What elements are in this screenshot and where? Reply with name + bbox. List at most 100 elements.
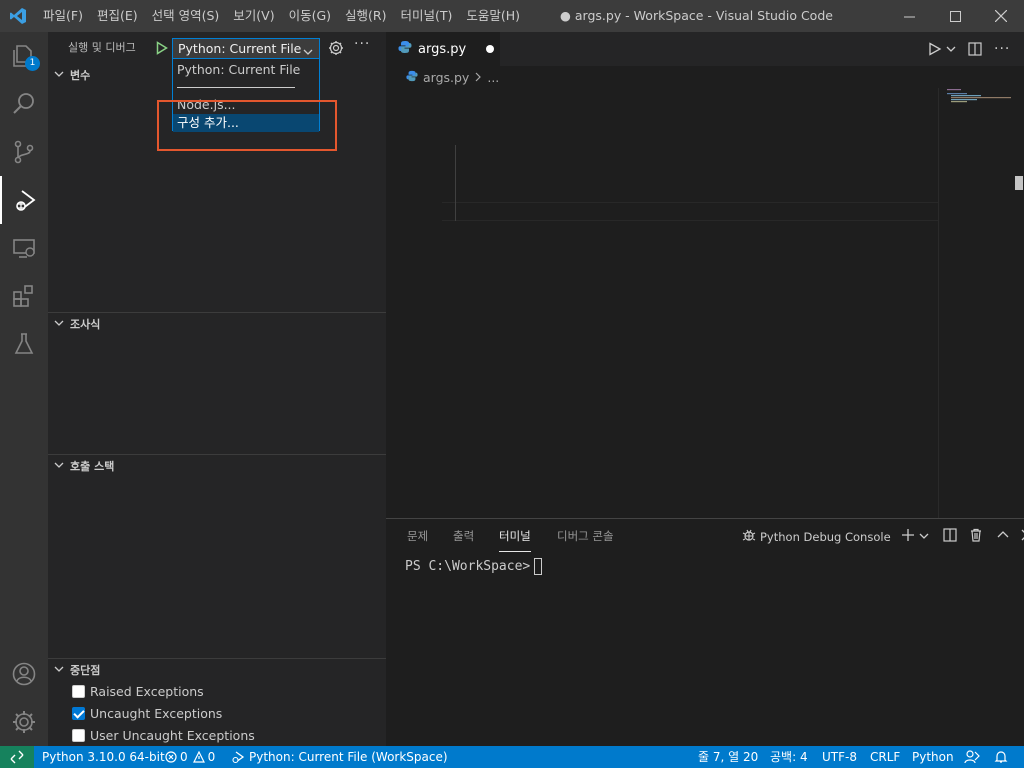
warning-count: 0 <box>207 750 216 764</box>
close-panel-icon[interactable] <box>1021 529 1024 544</box>
section-variables-label: 변수 <box>70 69 91 82</box>
cursor-position[interactable]: 줄 7, 열 20 <box>698 746 758 768</box>
testing-icon[interactable] <box>0 320 48 368</box>
maximize-panel-chevron-up-icon[interactable] <box>997 529 1009 544</box>
menu-file[interactable]: 파일(F) <box>36 0 90 32</box>
editor-more-actions-button[interactable]: ··· <box>994 32 1010 66</box>
bottom-panel: 문제 출력 터미널 디버그 콘솔 Python Debug Console PS… <box>386 518 1024 746</box>
debug-config-select[interactable]: Python: Current File <box>172 38 320 59</box>
sidebar-title: 실행 및 디버그 <box>68 41 136 54</box>
title-bar: 파일(F) 편집(E) 선택 영역(S) 보기(V) 이동(G) 실행(R) 터… <box>0 0 1024 32</box>
breakpoint-checkbox[interactable] <box>72 684 85 698</box>
end-of-line[interactable]: CRLF <box>870 746 900 768</box>
breakpoint-raised-exceptions[interactable]: Raised Exceptions <box>72 680 204 702</box>
minimize-button[interactable] <box>886 0 932 32</box>
section-callstack[interactable]: 호출 스택 <box>48 455 386 477</box>
start-debugging-icon[interactable] <box>156 41 168 59</box>
chevron-down-icon <box>54 460 64 473</box>
code-line: 6 args = parser.parse_args() <box>386 183 938 202</box>
debug-config-label: Python: Current File (WorkSpace) <box>249 750 448 764</box>
notifications-bell-icon[interactable] <box>994 746 1008 768</box>
code-line: 5 parser.add_argument("--log", help="log… <box>386 164 938 183</box>
vscode-logo-icon <box>0 0 36 32</box>
python-file-icon <box>398 40 412 58</box>
breakpoint-label: User Uncaught Exceptions <box>90 727 255 743</box>
breadcrumb: args.py ... <box>386 66 1024 88</box>
run-file-button[interactable] <box>928 32 942 66</box>
source-control-icon[interactable] <box>0 128 48 176</box>
tab-terminal[interactable]: 터미널 <box>499 519 531 552</box>
menu-help[interactable]: 도움말(H) <box>459 0 527 32</box>
code-line: 7 print(args.log) <box>386 202 938 221</box>
breakpoint-uncaught-exceptions[interactable]: Uncaught Exceptions <box>72 702 222 724</box>
split-editor-icon[interactable] <box>968 32 982 66</box>
breadcrumb-symbols[interactable]: ... <box>487 70 499 85</box>
feedback-icon[interactable] <box>964 746 980 768</box>
breakpoint-user-uncaught-exceptions[interactable]: User Uncaught Exceptions <box>72 724 255 746</box>
breakpoint-label: Raised Exceptions <box>90 683 204 699</box>
tab-debug-console[interactable]: 디버그 콘솔 <box>557 519 614 554</box>
terminal-output[interactable]: PS C:\WorkSpace> <box>405 558 543 575</box>
split-terminal-icon[interactable] <box>943 528 957 545</box>
minimap[interactable] <box>938 88 1024 518</box>
manage-gear-icon[interactable] <box>0 698 48 746</box>
problems-indicator[interactable]: 0 0 <box>165 746 215 768</box>
code-editor[interactable]: 1 import argparse 2 3 if __name__=='__ma… <box>386 88 938 518</box>
terminal-instance-name[interactable]: Python Debug Console <box>760 530 891 544</box>
menu-terminal[interactable]: 터미널(T) <box>394 0 460 32</box>
menu-view[interactable]: 보기(V) <box>226 0 281 32</box>
unsaved-dot-icon[interactable] <box>486 45 494 53</box>
section-breakpoints-label: 중단점 <box>70 664 101 677</box>
terminal-profile-chevron-icon[interactable] <box>919 530 929 544</box>
menu-run[interactable]: 실행(R) <box>338 0 393 32</box>
dropdown-option-python-current-file[interactable]: Python: Current File <box>173 61 319 79</box>
run-debug-icon[interactable] <box>0 176 48 224</box>
tab-args-py[interactable]: args.py <box>386 32 500 66</box>
maximize-button[interactable] <box>932 0 978 32</box>
breakpoint-checkbox[interactable] <box>72 706 85 720</box>
highlight-annotation-box <box>157 100 337 151</box>
status-bar: Python 3.10.0 64-bit 0 0 Python: Current… <box>0 746 1024 768</box>
section-breakpoints[interactable]: 중단점 <box>48 659 386 681</box>
code-line: 3 if __name__=='__main__': <box>386 126 938 145</box>
tab-label: args.py <box>418 41 467 57</box>
python-file-icon <box>406 70 418 85</box>
window-title: ● args.py - WorkSpace - Visual Studio Co… <box>560 8 833 23</box>
language-mode[interactable]: Python <box>912 746 954 768</box>
explorer-icon[interactable]: 1 <box>0 32 48 80</box>
explorer-badge: 1 <box>25 56 40 71</box>
tab-output[interactable]: 출력 <box>453 519 474 554</box>
remote-explorer-icon[interactable] <box>0 224 48 272</box>
tab-problems[interactable]: 문제 <box>407 519 428 554</box>
close-window-button[interactable] <box>978 0 1024 32</box>
activity-bar: 1 <box>0 32 48 746</box>
remote-indicator-icon[interactable] <box>0 746 34 768</box>
menu-go[interactable]: 이동(G) <box>282 0 338 32</box>
search-icon[interactable] <box>0 80 48 128</box>
breakpoint-checkbox[interactable] <box>72 728 85 742</box>
more-actions-button[interactable]: ··· <box>354 36 370 52</box>
code-line: 4 parser = argparse.ArgumentParser() <box>386 145 938 164</box>
menu-selection[interactable]: 선택 영역(S) <box>145 0 227 32</box>
minimap-preview <box>947 89 1011 103</box>
section-watch[interactable]: 조사식 <box>48 313 386 335</box>
open-launch-json-gear-icon[interactable] <box>328 40 344 60</box>
new-terminal-plus-icon[interactable] <box>901 528 915 545</box>
python-interpreter[interactable]: Python 3.10.0 64-bit <box>42 746 165 768</box>
terminal-prompt: PS C:\WorkSpace> <box>405 559 531 574</box>
chevron-down-icon <box>54 69 64 82</box>
debug-config-status[interactable]: Python: Current File (WorkSpace) <box>231 746 448 768</box>
section-watch-label: 조사식 <box>70 318 101 331</box>
account-icon[interactable] <box>0 650 48 698</box>
run-options-chevron-icon[interactable] <box>946 32 956 66</box>
warning-icon <box>192 751 205 763</box>
menu-edit[interactable]: 편집(E) <box>90 0 145 32</box>
kill-terminal-trash-icon[interactable] <box>969 528 983 545</box>
file-encoding[interactable]: UTF-8 <box>822 746 857 768</box>
indentation[interactable]: 공백: 4 <box>770 746 808 768</box>
breadcrumb-file[interactable]: args.py <box>423 70 469 85</box>
chevron-down-icon <box>54 664 64 677</box>
code-line: 2 <box>386 107 938 126</box>
extensions-icon[interactable] <box>0 272 48 320</box>
terminal-cursor <box>534 558 543 575</box>
